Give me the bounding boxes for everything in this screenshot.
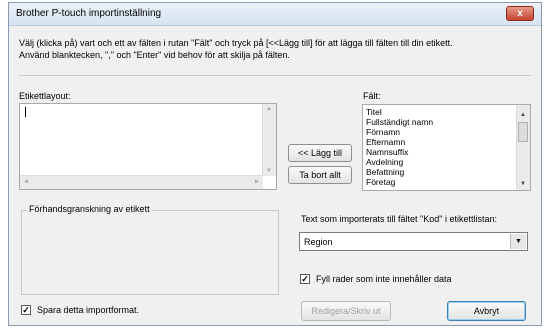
list-item[interactable]: Företag — [366, 177, 395, 187]
close-button[interactable]: x — [506, 6, 534, 21]
divider — [19, 75, 531, 76]
fill-rows-label[interactable]: Fyll rader som inte innehåller data — [316, 274, 452, 284]
list-item[interactable]: Titel — [366, 107, 382, 117]
instructions: Välj (klicka på) vart och ett av fälten … — [19, 37, 534, 61]
import-settings-dialog: Brother P-touch importinställning x Välj… — [8, 2, 542, 326]
chevron-down-icon[interactable]: ▼ — [510, 234, 526, 249]
list-item[interactable]: Efternamn — [366, 137, 405, 147]
scroll-left-icon[interactable]: ◄ — [23, 179, 29, 185]
title-bar: Brother P-touch importinställning x — [9, 3, 541, 26]
scroll-up-icon[interactable]: ▲ — [520, 112, 526, 118]
instruction-line-2: Använd blanktecken, "," och "Enter" vid … — [19, 50, 290, 60]
scroll-down-icon[interactable]: ▼ — [520, 181, 526, 187]
label-layout-horizontal-scrollbar[interactable]: ◄ ► — [20, 175, 263, 189]
preview-group — [21, 210, 279, 295]
list-item[interactable]: Förnamn — [366, 127, 400, 137]
text-caret — [25, 107, 26, 117]
fields-listbox[interactable]: Titel Fullständigt namn Förnamn Efternam… — [362, 104, 531, 191]
label-layout-textarea[interactable]: ▲ ▼ ◄ ► — [19, 103, 277, 190]
list-item[interactable]: Namnsuffix — [366, 147, 408, 157]
save-format-label[interactable]: Spara detta importformat. — [37, 305, 139, 315]
cancel-button[interactable]: Avbryt — [447, 301, 526, 321]
add-field-button[interactable]: << Lägg till — [288, 144, 352, 162]
scroll-down-icon[interactable]: ▼ — [266, 168, 272, 174]
list-item[interactable]: Fullständigt namn — [366, 117, 433, 127]
fields-vertical-scrollbar[interactable]: ▲ ▼ — [516, 105, 530, 190]
list-item[interactable]: Avdelning — [366, 157, 403, 167]
label-layout-vertical-scrollbar[interactable]: ▲ ▼ — [262, 104, 276, 176]
list-item[interactable]: Befattning — [366, 167, 404, 177]
edit-print-button[interactable]: Redigera/Skriv ut — [301, 301, 391, 321]
instruction-line-1: Välj (klicka på) vart och ett av fälten … — [19, 38, 453, 48]
window-title: Brother P-touch importinställning — [16, 8, 162, 19]
scroll-right-icon[interactable]: ► — [254, 179, 260, 185]
fields-label: Fält: — [363, 91, 381, 101]
close-icon: x — [517, 8, 523, 19]
fill-rows-checkbox[interactable]: ✓ — [300, 274, 310, 284]
code-field-value: Region — [304, 237, 333, 247]
code-field-label: Text som importerats till fältet "Kod" i… — [301, 214, 497, 224]
scrollbar-thumb[interactable] — [518, 122, 528, 142]
save-format-checkbox[interactable]: ✓ — [21, 305, 31, 315]
preview-label: Förhandsgranskning av etikett — [27, 204, 152, 214]
remove-all-button[interactable]: Ta bort allt — [288, 166, 352, 184]
label-layout-label: Etikettlayout: — [19, 91, 71, 101]
scroll-up-icon[interactable]: ▲ — [266, 106, 272, 112]
code-field-select[interactable]: Region ▼ — [299, 232, 528, 251]
